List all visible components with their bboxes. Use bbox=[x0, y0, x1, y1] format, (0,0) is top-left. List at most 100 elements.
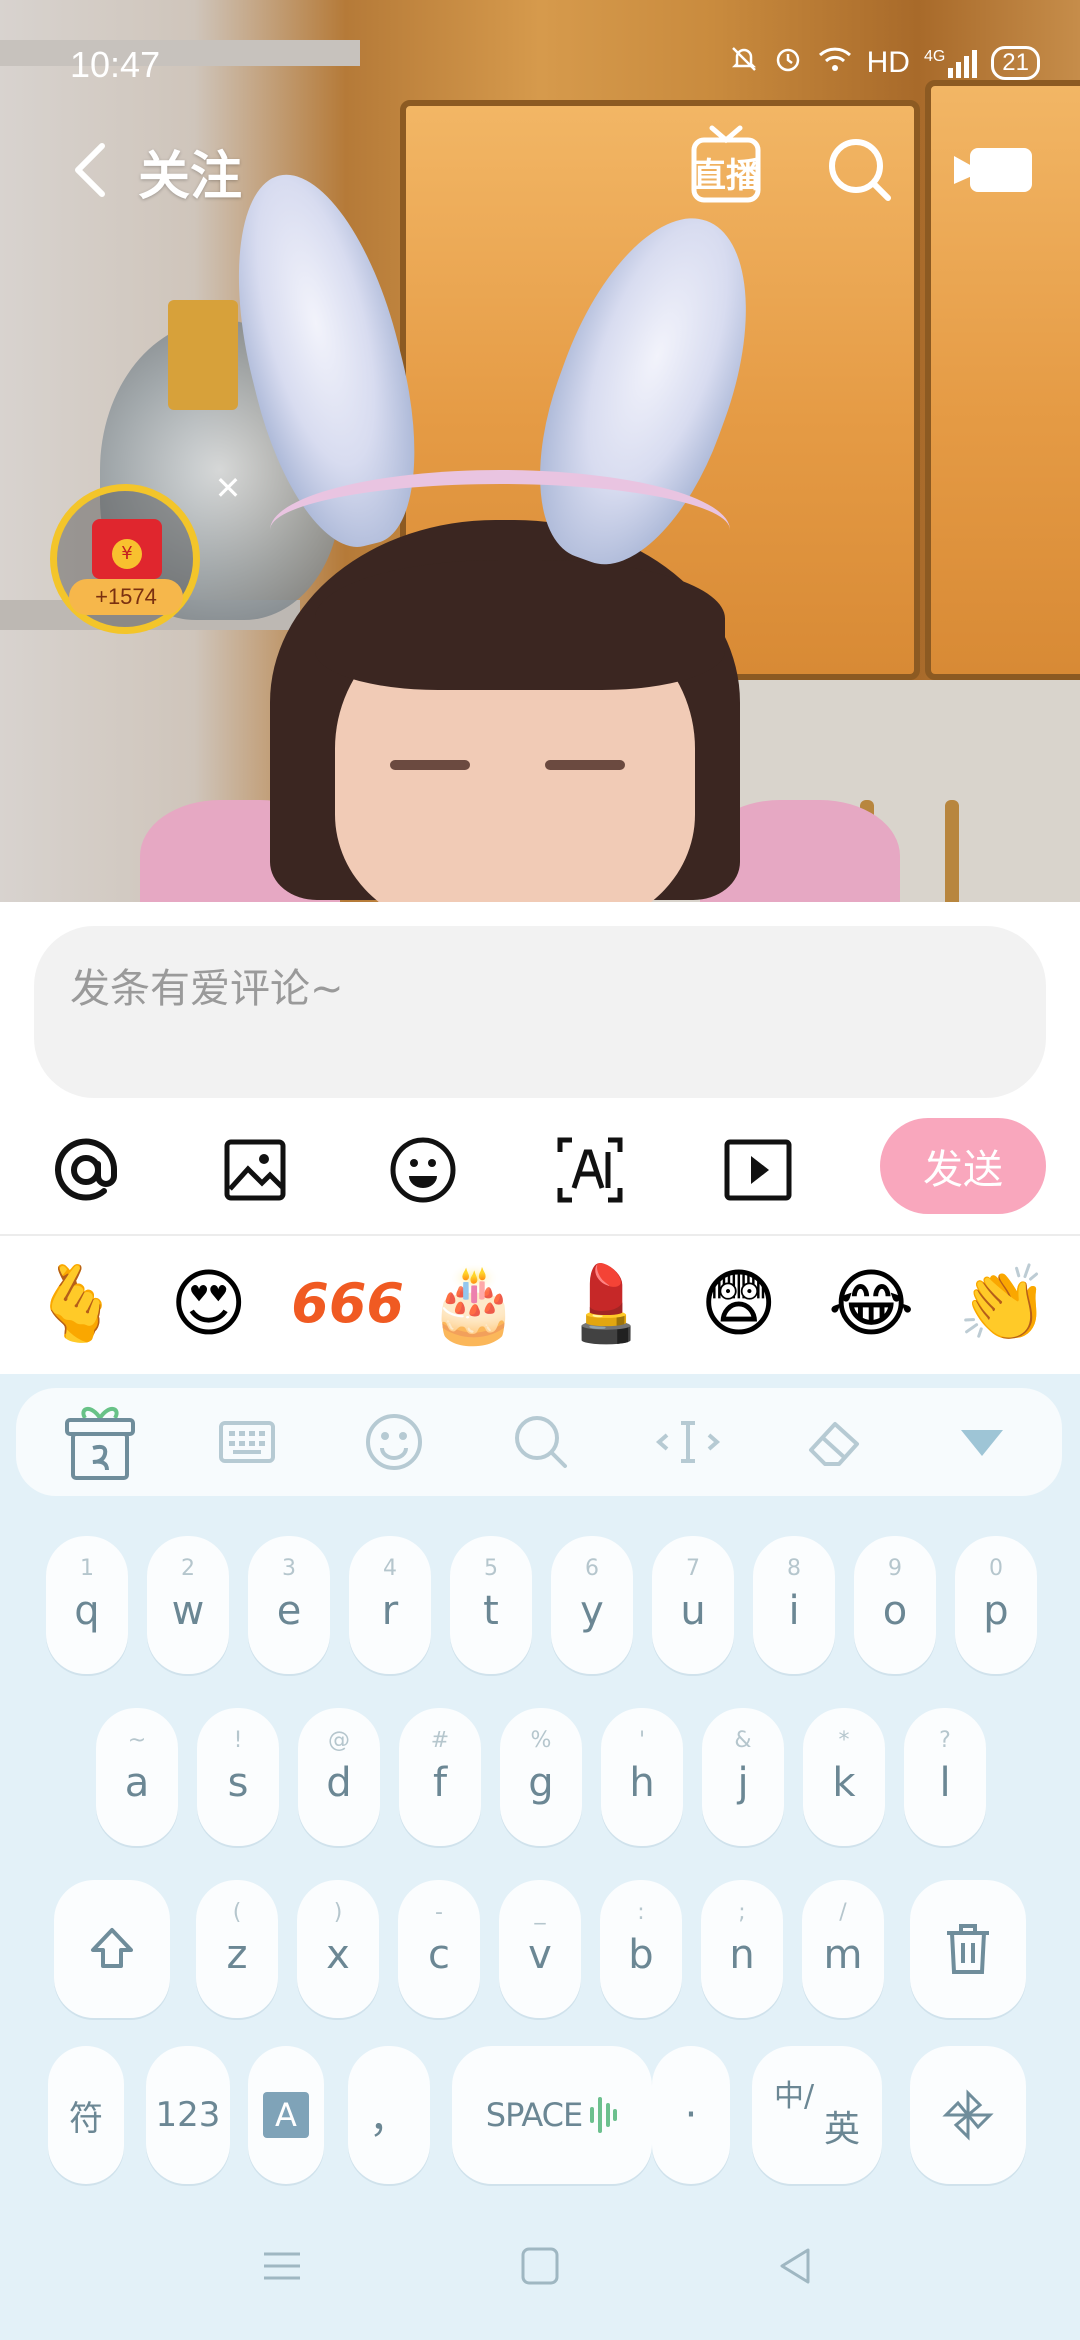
live-button[interactable]: 直播 bbox=[690, 124, 762, 206]
layout-key[interactable]: A bbox=[248, 2046, 324, 2184]
key-t[interactable]: 5t bbox=[450, 1536, 532, 1674]
camera-button[interactable] bbox=[950, 134, 1040, 204]
symbol-key-label: 符 bbox=[69, 2098, 103, 2139]
key-e[interactable]: 3e bbox=[248, 1536, 330, 1674]
key-x[interactable]: ) x bbox=[297, 1880, 379, 2018]
period-key[interactable]: · bbox=[652, 2046, 730, 2184]
alarm-icon bbox=[773, 44, 803, 82]
image-button[interactable] bbox=[215, 1130, 295, 1210]
key-label: y bbox=[580, 1588, 604, 1634]
headband bbox=[270, 470, 730, 590]
key-hint: _ bbox=[534, 1900, 546, 1925]
back-nav-button[interactable] bbox=[766, 2236, 826, 2296]
key-z[interactable]: (z bbox=[196, 1880, 278, 2018]
smile-icon bbox=[366, 1414, 422, 1470]
key-k[interactable]: * k bbox=[803, 1708, 885, 1846]
key-m[interactable]: / m bbox=[802, 1880, 884, 2018]
key-label: t bbox=[483, 1588, 499, 1634]
menu-nav-button[interactable] bbox=[252, 2236, 312, 2296]
key-u[interactable]: 7u bbox=[652, 1536, 734, 1674]
key-hint: ; bbox=[738, 1900, 746, 1925]
key-v[interactable]: _ v bbox=[499, 1880, 581, 2018]
key-q[interactable]: 1q bbox=[46, 1536, 128, 1674]
red-packet-widget[interactable]: ¥ +1574 bbox=[50, 484, 200, 634]
search-button[interactable] bbox=[820, 130, 900, 210]
key-hint: 8 bbox=[787, 1556, 801, 1581]
key-r[interactable]: 4r bbox=[349, 1536, 431, 1674]
screen: 10:47 HD 4G 21 关注 直播 ¥ +1574 ✕ 发条有爱评论~ 发… bbox=[0, 0, 1080, 2340]
key-b[interactable]: :b bbox=[600, 1880, 682, 2018]
key-label: l bbox=[939, 1760, 951, 1806]
key-hint: 5 bbox=[484, 1556, 498, 1581]
ai-text-button[interactable] bbox=[550, 1130, 630, 1210]
keyboard-switch-button[interactable] bbox=[212, 1412, 282, 1472]
clock: 10:47 bbox=[70, 44, 161, 85]
key-hint: 9 bbox=[888, 1556, 902, 1581]
emoji-666[interactable]: 666 bbox=[291, 1254, 404, 1354]
key-hint: ' bbox=[638, 1728, 646, 1753]
key-label: q bbox=[74, 1588, 100, 1634]
comment-panel: 发送 🫰 😍 666 🎂 💄 😨 😂 👏 bbox=[0, 902, 1080, 1374]
key-hint: & bbox=[734, 1728, 752, 1753]
back-button[interactable] bbox=[60, 130, 120, 210]
comment-input[interactable] bbox=[34, 926, 1046, 1098]
key-d[interactable]: @ d bbox=[298, 1708, 380, 1846]
top-bar: 关注 直播 bbox=[0, 120, 1080, 230]
key-hint: 0 bbox=[989, 1556, 1003, 1581]
space-key[interactable]: SPACE bbox=[452, 2046, 652, 2184]
pinwheel-key[interactable] bbox=[910, 2046, 1026, 2184]
emoji-tears-of-joy[interactable]: 😂 bbox=[821, 1254, 921, 1354]
delete-key[interactable] bbox=[910, 1880, 1026, 2018]
key-label: r bbox=[381, 1588, 399, 1634]
video-button[interactable] bbox=[718, 1130, 798, 1210]
close-icon[interactable]: ✕ bbox=[210, 470, 246, 506]
gift-button[interactable] bbox=[60, 1400, 140, 1484]
key-hint: 1 bbox=[80, 1556, 94, 1581]
emoji-lipstick[interactable]: 💄 bbox=[556, 1254, 656, 1354]
kb-search-button[interactable] bbox=[506, 1412, 576, 1472]
key-s[interactable]: ! s bbox=[197, 1708, 279, 1846]
eraser-button[interactable] bbox=[800, 1412, 870, 1472]
emoji-button[interactable] bbox=[383, 1130, 463, 1210]
send-button[interactable]: 发送 bbox=[880, 1118, 1046, 1214]
emoji-scared[interactable]: 😨 bbox=[689, 1254, 789, 1354]
key-f[interactable]: # f bbox=[399, 1708, 481, 1846]
key-c[interactable]: -c bbox=[398, 1880, 480, 2018]
key-h[interactable]: ' h bbox=[601, 1708, 683, 1846]
key-j[interactable]: & j bbox=[702, 1708, 784, 1846]
key-p[interactable]: 0p bbox=[955, 1536, 1037, 1674]
comma-key[interactable]: ， bbox=[348, 2046, 430, 2184]
key-w[interactable]: 2w bbox=[147, 1536, 229, 1674]
shift-key[interactable] bbox=[54, 1880, 170, 2018]
home-square-icon bbox=[521, 2247, 559, 2285]
key-hint: * bbox=[838, 1728, 850, 1753]
key-hint: 7 bbox=[686, 1556, 700, 1581]
number-key[interactable]: 123 bbox=[146, 2046, 230, 2184]
key-i[interactable]: 8i bbox=[753, 1536, 835, 1674]
key-g[interactable]: % g bbox=[500, 1708, 582, 1846]
emoji-heart-eyes[interactable]: 😍 bbox=[159, 1254, 259, 1354]
page-title[interactable]: 关注 bbox=[138, 134, 242, 209]
coin-icon: ¥ bbox=[112, 539, 142, 569]
key-label: b bbox=[628, 1932, 654, 1978]
symbol-key[interactable]: 符 bbox=[48, 2046, 124, 2184]
key-n[interactable]: ; n bbox=[701, 1880, 783, 2018]
kb-emoji-button[interactable] bbox=[359, 1412, 429, 1472]
emoji-clap[interactable]: 👏 bbox=[954, 1254, 1054, 1354]
collapse-keyboard-button[interactable] bbox=[947, 1412, 1017, 1472]
key-l[interactable]: ? l bbox=[904, 1708, 986, 1846]
key-o[interactable]: 9o bbox=[854, 1536, 936, 1674]
home-nav-button[interactable] bbox=[510, 2236, 570, 2296]
mention-button[interactable] bbox=[46, 1130, 126, 1210]
play-icon bbox=[724, 1139, 792, 1201]
key-label: a bbox=[124, 1760, 150, 1806]
chevron-down-icon bbox=[961, 1430, 1003, 1456]
mute-icon bbox=[729, 44, 759, 82]
language-switch-key[interactable]: 中/ 英 bbox=[752, 2046, 882, 2184]
cursor-move-button[interactable] bbox=[653, 1412, 723, 1472]
emoji-finger-heart[interactable]: 🫰 bbox=[26, 1254, 126, 1354]
key-a[interactable]: ~ a bbox=[96, 1708, 178, 1846]
key-label: f bbox=[432, 1760, 448, 1806]
emoji-cake[interactable]: 🎂 bbox=[424, 1254, 524, 1354]
key-y[interactable]: 6y bbox=[551, 1536, 633, 1674]
